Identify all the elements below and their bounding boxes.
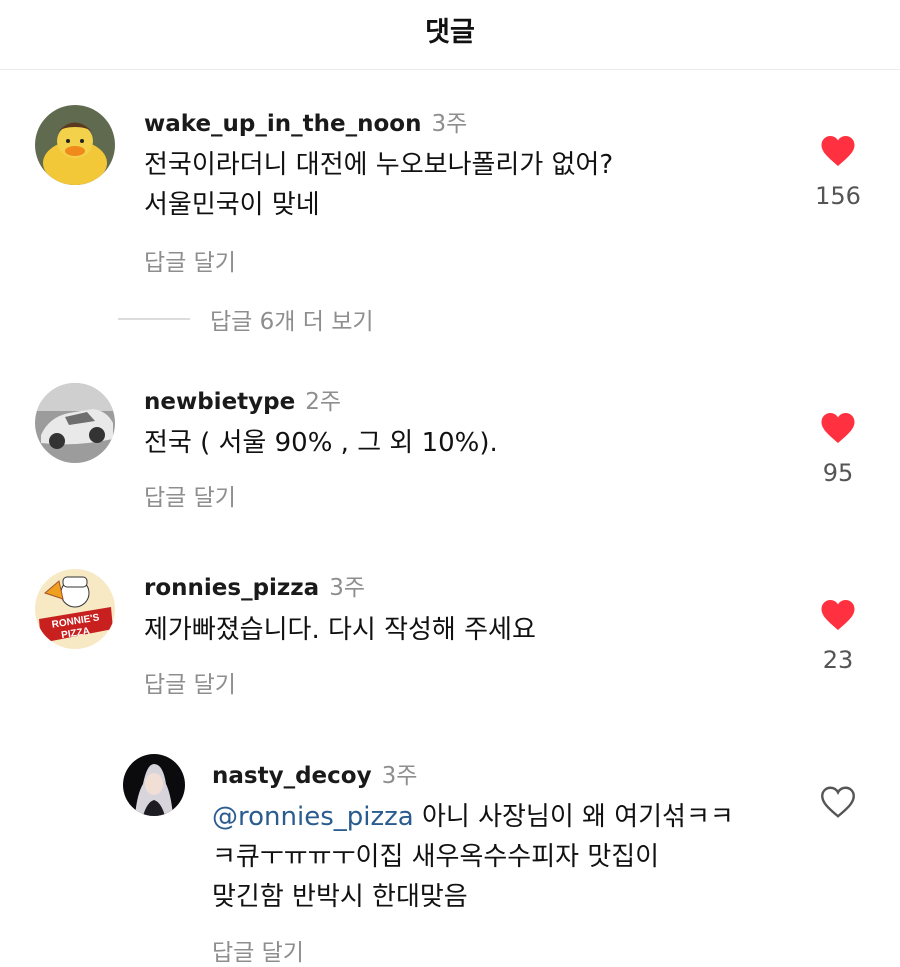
comment-text-line: @ronnies_pizza 아니 사장님이 왜 여기섞ㅋㅋ — [212, 797, 734, 837]
like-button[interactable] — [808, 134, 868, 172]
heart-filled-icon — [821, 600, 855, 630]
comment-text-line: 전국이라더니 대전에 누오보나폴리가 없어? — [144, 150, 614, 180]
reply-button[interactable]: 답글 달기 — [144, 665, 236, 699]
reply-button[interactable]: 답글 달기 — [212, 933, 304, 967]
divider-line — [118, 318, 190, 320]
comment-meta: newbietype 2주 — [144, 382, 341, 416]
heart-filled-icon — [821, 413, 855, 443]
like-count: 95 — [822, 459, 854, 487]
reply-button[interactable]: 답글 달기 — [144, 478, 236, 512]
like-button[interactable] — [808, 598, 868, 636]
avatar[interactable] — [35, 383, 115, 463]
comment-text: 전국이라더니 대전에 누오보나폴리가 없어? 서울민국이 맞네 — [144, 145, 613, 225]
avatar[interactable] — [35, 105, 115, 185]
pizza-logo-avatar-icon: RONNIE'S PIZZA — [35, 569, 115, 649]
comment-text-segment: 아니 사장님이 왜 여기섞ㅋㅋ — [413, 802, 734, 832]
view-replies-label: 답글 6개 더 보기 — [210, 309, 374, 335]
like-count: 156 — [815, 182, 861, 210]
heart-outline-icon — [821, 786, 855, 818]
mention-link[interactable]: @ronnies_pizza — [212, 802, 414, 832]
timestamp: 3주 — [381, 763, 418, 789]
comment-meta: nasty_decoy 3주 — [212, 756, 417, 790]
username[interactable]: newbietype — [144, 389, 295, 415]
comment-text: @ronnies_pizza 아니 사장님이 왜 여기섞ㅋㅋ ㅋ큐ㅜㅠㅠㅜ이집 … — [212, 797, 734, 917]
reply-button[interactable]: 답글 달기 — [144, 243, 236, 277]
avatar[interactable]: RONNIE'S PIZZA — [35, 569, 115, 649]
comment-text-line: 제가빠졌습니다. 다시 작성해 주세요 — [144, 615, 536, 645]
comment-text-line: 서울민국이 맞네 — [144, 190, 320, 220]
user-photo-avatar-icon — [123, 754, 185, 816]
comment-text: 전국 ( 서울 90% , 그 외 10%). — [144, 423, 498, 463]
page-title: 댓글 — [425, 17, 475, 48]
like-button[interactable] — [808, 785, 868, 823]
avatar[interactable] — [123, 754, 185, 816]
comments-header: 댓글 — [0, 0, 900, 70]
timestamp: 3주 — [431, 111, 468, 137]
comment-text-line: 전국 ( 서울 90% , 그 외 10%). — [144, 428, 498, 458]
username[interactable]: nasty_decoy — [212, 763, 372, 789]
comment-text-line: ㅋ큐ㅜㅠㅠㅜ이집 새우옥수수피자 맛집이 — [212, 842, 660, 872]
like-count: 23 — [822, 646, 854, 674]
duck-avatar-icon — [35, 105, 115, 185]
car-avatar-icon — [35, 383, 115, 463]
timestamp: 3주 — [329, 575, 366, 601]
comment-meta: wake_up_in_the_noon 3주 — [144, 104, 467, 138]
username[interactable]: ronnies_pizza — [144, 575, 319, 601]
comment-text: 제가빠졌습니다. 다시 작성해 주세요 — [144, 610, 536, 650]
heart-filled-icon — [821, 136, 855, 166]
comment-text-line: 맞긴함 반박시 한대맞음 — [212, 882, 468, 912]
timestamp: 2주 — [305, 389, 342, 415]
username[interactable]: wake_up_in_the_noon — [144, 111, 421, 137]
comment-meta: ronnies_pizza 3주 — [144, 568, 365, 602]
like-button[interactable] — [808, 411, 868, 449]
